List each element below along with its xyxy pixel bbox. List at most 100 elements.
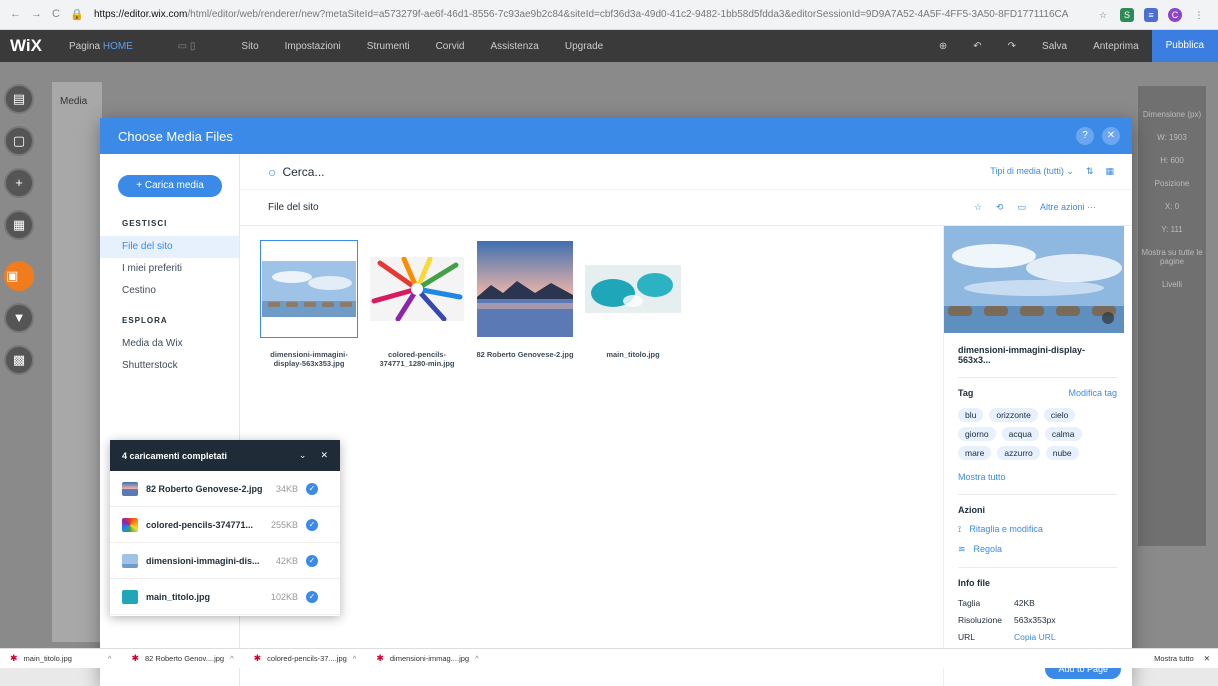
download-item[interactable]: ✱ dimensioni-immag....jpg ^ <box>366 653 488 664</box>
close-icon[interactable]: ✕ <box>1102 127 1120 145</box>
chevron-up-icon[interactable]: ^ <box>353 654 357 663</box>
mountain-lake-image <box>477 241 573 337</box>
sidebar-item-favorites[interactable]: I miei preferiti <box>100 258 239 280</box>
menu-corvid[interactable]: Corvid <box>423 41 478 52</box>
download-filename: 82 Roberto Genov....jpg <box>145 654 225 663</box>
tag-chip[interactable]: azzurro <box>997 446 1040 460</box>
store-icon[interactable]: ▩ <box>4 345 34 375</box>
extension-icon[interactable]: S <box>1120 7 1134 22</box>
menus-icon[interactable]: ▤ <box>4 84 34 114</box>
address-bar[interactable]: https://editor.wix.com/html/editor/web/r… <box>90 4 1096 26</box>
help-icon[interactable]: ? <box>1076 127 1094 145</box>
menu-strumenti[interactable]: Strumenti <box>354 41 423 52</box>
dimension-label: Dimensione (px) <box>1142 110 1202 119</box>
menu-assistenza[interactable]: Assistenza <box>477 41 551 52</box>
media-filename: main_titolo.jpg <box>606 350 660 359</box>
app-market-icon[interactable]: ▦ <box>4 210 34 240</box>
collapse-icon[interactable]: ⌄ <box>299 450 307 461</box>
media-tile[interactable]: colored-pencils-374771_1280-min.jpg <box>368 240 466 368</box>
dialog-title: Choose Media Files <box>118 128 233 144</box>
upload-size: 102KB <box>270 591 298 602</box>
stones-sky-preview <box>944 226 1124 333</box>
tag-chip[interactable]: orizzonte <box>989 408 1038 422</box>
desktop-icon[interactable]: ▭ ▯ <box>178 41 196 52</box>
page-selector[interactable]: Pagina HOME ▭ ▯ <box>56 41 208 52</box>
media-tile[interactable]: main_titolo.jpg <box>584 240 682 368</box>
save-button[interactable]: Salva <box>1029 41 1080 52</box>
chevron-up-icon[interactable]: ^ <box>475 654 479 663</box>
crop-icon: ⟟ <box>958 524 962 534</box>
add-icon[interactable]: + <box>4 168 34 198</box>
sidebar-item-trash[interactable]: Cestino <box>100 280 239 302</box>
search-input[interactable]: Cerca... <box>282 165 324 179</box>
blog-icon[interactable]: ▼ <box>4 303 34 333</box>
media-thumbnail <box>476 240 574 338</box>
edit-tags-link[interactable]: Modifica tag <box>1068 388 1117 398</box>
close-icon[interactable]: ✕ <box>320 450 328 461</box>
close-icon[interactable]: ✕ <box>1204 654 1210 663</box>
tag-chip[interactable]: giorno <box>958 427 996 441</box>
crop-edit-action[interactable]: ⟟ Ritaglia e modifica <box>958 524 1117 535</box>
tag-chip[interactable]: acqua <box>1001 427 1039 441</box>
search-bar[interactable]: ○ Cerca... Tipi di media (tutti) ⌄ ⇅ ▦ <box>240 154 1132 190</box>
media-tile[interactable]: 82 Roberto Genovese-2.jpg <box>476 240 574 368</box>
star-icon[interactable]: ☆ <box>1096 8 1110 22</box>
background-icon[interactable]: ▢ <box>4 126 34 156</box>
publish-button[interactable]: Pubblica <box>1151 30 1218 62</box>
download-item[interactable]: ✱ colored-pencils-37....jpg ^ <box>244 653 367 664</box>
show-all-downloads-button[interactable]: Mostra tutto <box>1154 654 1194 663</box>
back-icon[interactable]: ← <box>10 8 21 21</box>
undo-icon[interactable]: ↶ <box>960 41 994 52</box>
media-type-dropdown[interactable]: Tipi di media (tutti) ⌄ <box>990 166 1074 177</box>
preview-button[interactable]: Anteprima <box>1080 41 1152 52</box>
menu-impostazioni[interactable]: Impostazioni <box>272 41 354 52</box>
redo-icon[interactable]: ↷ <box>995 41 1029 52</box>
sidebar-item-site-files[interactable]: File del sito <box>100 236 239 258</box>
upload-thumbnail <box>122 481 138 496</box>
menu-icon[interactable]: ⋮ <box>1192 8 1206 22</box>
url-row: URL Copia URL <box>958 632 1117 642</box>
sidebar-item-shutterstock[interactable]: Shutterstock <box>100 355 239 377</box>
chevron-up-icon[interactable]: ^ <box>108 654 112 663</box>
browser-nav: ← → C 🔒 <box>0 8 90 21</box>
menu-sito[interactable]: Sito <box>228 41 271 52</box>
sidebar-item-wix-media[interactable]: Media da Wix <box>100 333 239 355</box>
media-tile[interactable]: dimensioni-immagini-display-563x353.jpg <box>260 240 358 368</box>
crop-edit-label: Ritaglia e modifica <box>969 524 1043 534</box>
folder-icon[interactable]: ▭ <box>1017 202 1026 213</box>
show-all-tags-link[interactable]: Mostra tutto <box>958 472 1117 482</box>
favorite-icon[interactable]: ☆ <box>974 202 982 213</box>
download-item[interactable]: ✱ 82 Roberto Genov....jpg ^ <box>121 653 243 664</box>
profile-avatar[interactable]: C <box>1168 7 1182 22</box>
url-domain: https://editor.wix.com <box>94 8 188 20</box>
tag-chip[interactable]: mare <box>958 446 992 460</box>
forward-icon[interactable]: → <box>31 8 42 21</box>
actions-section: Azioni ⟟ Ritaglia e modifica ≋ Regola <box>958 494 1117 555</box>
media-icon[interactable]: ▣ <box>4 261 34 291</box>
sort-icon[interactable]: ⇅ <box>1086 166 1094 177</box>
reload-icon[interactable]: C <box>52 8 60 21</box>
tag-chip[interactable]: cielo <box>1043 408 1076 422</box>
more-actions-button[interactable]: Altre azioni ··· <box>1040 202 1096 213</box>
extension-icon[interactable]: ≡ <box>1144 7 1158 22</box>
wix-top-bar: WiX Pagina HOME ▭ ▯ Sito Impostazioni St… <box>0 30 1218 62</box>
tag-chip[interactable]: calma <box>1044 427 1082 441</box>
menu-upgrade[interactable]: Upgrade <box>552 41 616 52</box>
upload-size: 42KB <box>275 555 298 566</box>
adjust-action[interactable]: ≋ Regola <box>958 544 1117 555</box>
upload-media-button[interactable]: + Carica media <box>118 175 222 197</box>
check-icon: ✓ <box>306 554 318 567</box>
layers-link[interactable]: Livelli <box>1138 280 1206 289</box>
download-item[interactable]: ✱ main_titolo.jpg ^ <box>0 653 121 664</box>
tag-chip[interactable]: blu <box>958 408 984 422</box>
zoom-icon[interactable]: ⊕ <box>926 41 960 52</box>
grid-view-icon[interactable]: ▦ <box>1105 166 1114 177</box>
upload-filename: main_titolo.jpg <box>146 591 210 602</box>
tags-section: Tag Modifica tag blu orizzonte cielo gior… <box>958 377 1117 482</box>
replace-icon[interactable]: ⟲ <box>996 202 1004 213</box>
copy-url-link[interactable]: Copia URL <box>1014 632 1056 642</box>
upload-row: dimensioni-immagini-dis... 42KB ✓ <box>110 543 340 579</box>
tag-chip[interactable]: nube <box>1045 446 1079 460</box>
chevron-up-icon[interactable]: ^ <box>230 654 234 663</box>
upload-thumbnail <box>122 553 138 568</box>
